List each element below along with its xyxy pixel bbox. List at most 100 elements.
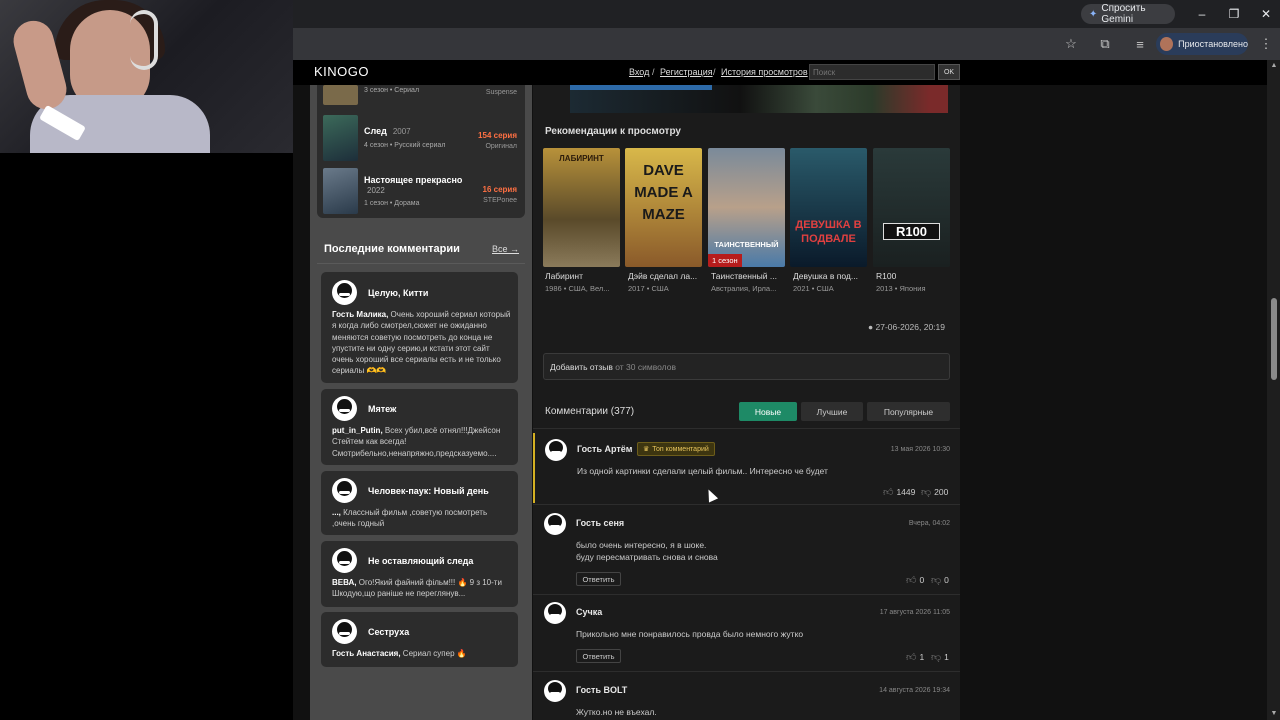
series-thumbnail[interactable]: [323, 168, 358, 214]
avatar: [544, 680, 566, 702]
comment-text: Жутко.но не въехал.: [576, 707, 657, 717]
avatar: [332, 396, 357, 421]
series-title[interactable]: Настоящее прекрасно: [364, 175, 462, 185]
recommendation-name[interactable]: Дэйв сделал ла...: [628, 271, 706, 281]
webcam-headphones: [130, 10, 158, 70]
avatar: [332, 478, 357, 503]
tab-new[interactable]: Новые: [739, 402, 797, 421]
history-link[interactable]: История просмотров: [721, 67, 808, 77]
dislike-button[interactable]: 👎︎ 0: [931, 574, 949, 586]
search-ok-button[interactable]: OK: [938, 64, 960, 80]
review-input[interactable]: Добавить отзыв от 30 символов: [543, 353, 950, 380]
series-episodes: 154 серия: [478, 131, 517, 140]
thumbs-down-icon: 👎︎: [931, 575, 942, 586]
comment-date: 14 августа 2026 19:34: [879, 687, 950, 694]
media-icon[interactable]: ≡: [1130, 34, 1150, 54]
series-year: 2022: [367, 186, 385, 195]
thumbs-up-icon: 👍︎: [883, 487, 894, 498]
comment-text: буду пересматривать снова и снова: [576, 552, 718, 562]
series-title[interactable]: След 2007: [364, 126, 411, 136]
latest-comment-title[interactable]: Целую, Китти: [368, 288, 428, 298]
series-meta: 1 сезон • Дорама: [364, 200, 420, 207]
divider: [317, 263, 525, 264]
like-button[interactable]: 👍︎ 0: [906, 574, 924, 586]
header-separator: /: [652, 67, 655, 77]
recommendation-name[interactable]: Лабиринт: [545, 271, 623, 281]
reply-button[interactable]: Ответить: [576, 572, 621, 586]
recommendation-poster[interactable]: DAVE MADE A MAZE: [625, 148, 702, 267]
top-comment-marker: [533, 433, 535, 503]
latest-comment-title[interactable]: Человек-паук: Новый день: [368, 486, 489, 496]
divider: [533, 671, 960, 672]
search-input[interactable]: [809, 64, 935, 80]
login-link[interactable]: Вход: [629, 67, 649, 77]
divider: [533, 504, 960, 505]
comment-date: Вчера, 04:02: [908, 520, 950, 527]
recommendations-heading: Рекомендации к просмотру: [545, 126, 681, 137]
comments-count: Комментарии (377): [545, 406, 635, 417]
scroll-up-icon[interactable]: ▲: [1270, 62, 1278, 70]
series-episodes: 16 серия: [482, 185, 518, 194]
close-icon[interactable]: ✕: [1254, 4, 1278, 24]
avatar: [332, 280, 357, 305]
series-thumbnail[interactable]: [323, 85, 358, 105]
extensions-icon[interactable]: ⧉: [1095, 34, 1115, 54]
menu-icon[interactable]: ⋮: [1256, 34, 1276, 54]
recommendation-meta: 2017 • США: [628, 284, 669, 293]
reply-button[interactable]: Ответить: [576, 649, 621, 663]
minimize-icon[interactable]: –: [1190, 4, 1214, 24]
post-date: ● 27-06-2026, 20:19: [868, 322, 945, 332]
series-thumbnail[interactable]: [323, 115, 358, 161]
series-studio: STEPonee: [483, 197, 517, 204]
webcam-overlay: [0, 0, 293, 153]
divider: [533, 428, 960, 429]
crown-icon: ♛: [643, 446, 650, 453]
recommendation-name[interactable]: Таинственный ...: [711, 271, 789, 281]
recommendation-poster[interactable]: ДЕВУШКА В ПОДВАЛЕ: [790, 148, 867, 267]
divider: [533, 594, 960, 595]
recommendation-meta: 2021 • США: [793, 284, 834, 293]
latest-comment-title[interactable]: Мятеж: [368, 404, 396, 414]
register-link[interactable]: Регистрация: [660, 67, 713, 77]
thumbs-down-icon: 👎︎: [921, 487, 932, 498]
comment-author[interactable]: Сучка: [576, 607, 602, 617]
thumbs-down-icon: 👎︎: [931, 652, 942, 663]
profile-button[interactable]: Приостановлено: [1156, 33, 1248, 55]
site-logo[interactable]: KINOGO: [314, 64, 369, 79]
comment-author[interactable]: Гость сеня: [576, 518, 624, 528]
avatar: [332, 548, 357, 573]
tab-popular[interactable]: Популярные: [867, 402, 950, 421]
avatar: [544, 602, 566, 624]
scrollbar-thumb[interactable]: [1271, 298, 1277, 380]
dislike-button[interactable]: 👎︎ 1: [931, 651, 949, 663]
gemini-button[interactable]: ✦ Спросить Gemini: [1081, 3, 1175, 25]
recommendation-poster[interactable]: R100: [873, 148, 950, 267]
scroll-down-icon[interactable]: ▼: [1270, 710, 1278, 718]
thumbs-up-icon: 👍︎: [906, 652, 917, 663]
header-separator: /: [713, 67, 716, 77]
like-button[interactable]: 👍︎ 1: [906, 651, 924, 663]
comment-date: 13 мая 2026 10:30: [890, 446, 950, 453]
recommendation-poster[interactable]: ТАИНСТВЕННЫЙ 1 сезон: [708, 148, 785, 267]
all-comments-link[interactable]: Все →: [492, 244, 519, 254]
star-icon[interactable]: ☆: [1061, 34, 1081, 54]
latest-comment-text: ..., Классный фильм ,советую посмотреть …: [332, 508, 488, 529]
recommendation-meta: 1986 • США, Вел...: [545, 284, 610, 293]
comment-text: Прикольно мне понравилось провда было не…: [576, 629, 804, 639]
restore-icon[interactable]: ❐: [1222, 4, 1246, 24]
avatar: [544, 513, 566, 535]
dislike-button[interactable]: 👎︎ 200: [921, 486, 948, 498]
comment-author[interactable]: Гость BOLT: [576, 685, 627, 695]
latest-comment-title[interactable]: Не оставляющий следа: [368, 556, 473, 566]
avatar: [545, 439, 567, 461]
recommendation-name[interactable]: Девушка в под...: [793, 271, 871, 281]
recommendation-poster[interactable]: ЛАБИРИНТ: [543, 148, 620, 267]
recommendation-meta: 2013 • Япония: [876, 284, 926, 293]
recommendation-name[interactable]: R100: [876, 271, 954, 281]
like-button[interactable]: 👍︎ 1449: [883, 486, 915, 498]
tab-best[interactable]: Лучшие: [801, 402, 863, 421]
scrollbar[interactable]: [1267, 60, 1280, 720]
comment-author[interactable]: Гость Артём: [577, 444, 632, 454]
latest-comment-title[interactable]: Сеструха: [368, 627, 409, 637]
thumbs-up-icon: 👍︎: [906, 575, 917, 586]
